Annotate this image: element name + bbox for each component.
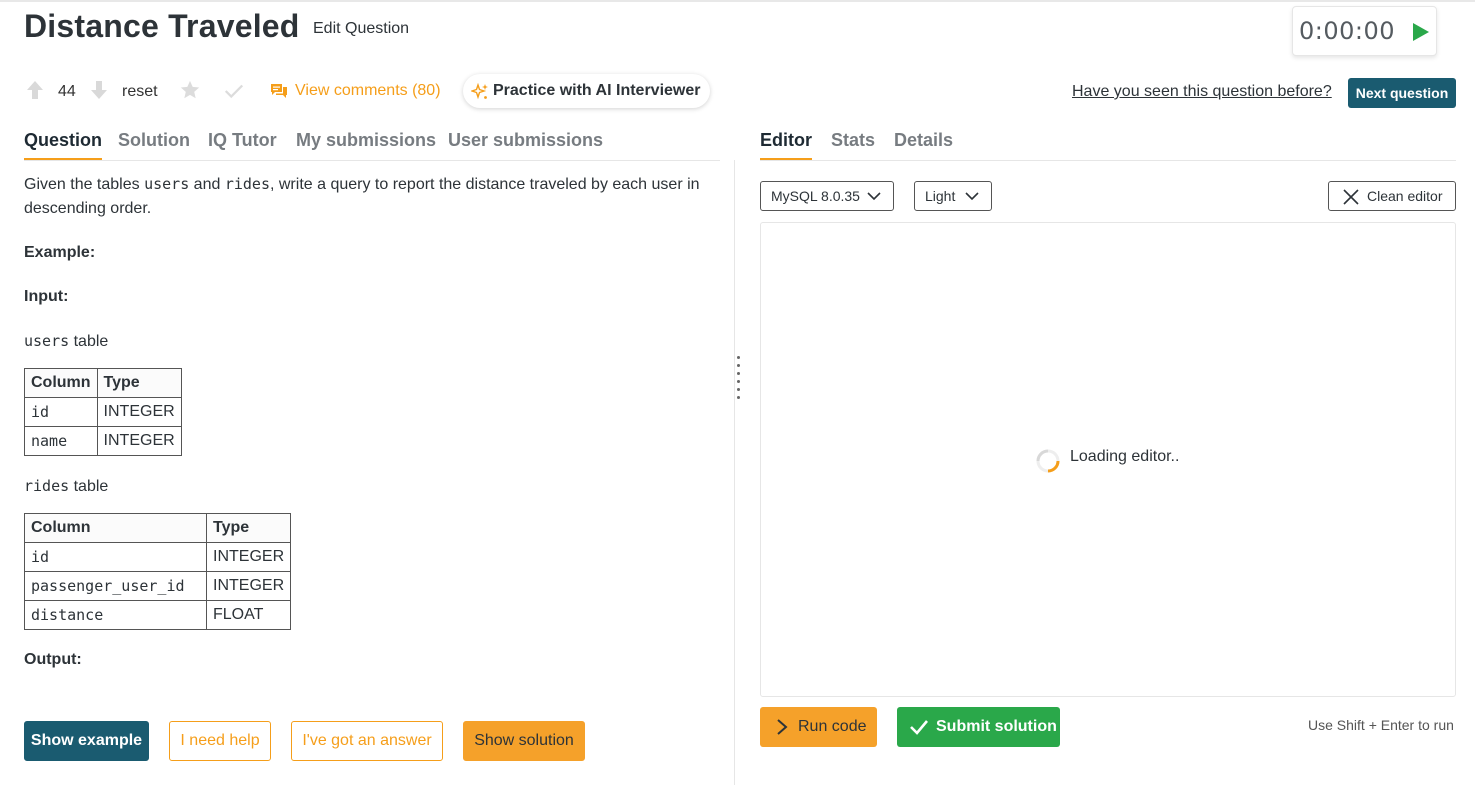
users-schema-table: Column Type id INTEGER name INTEGER: [24, 368, 182, 456]
show-example-button[interactable]: Show example: [24, 721, 149, 761]
submit-solution-button[interactable]: Submit solution: [897, 707, 1060, 747]
rides-caption-suffix: table: [69, 478, 109, 495]
table-cell: FLOAT: [205, 600, 292, 630]
resize-handle[interactable]: [737, 356, 741, 402]
run-shortcut-hint: Use Shift + Enter to run: [1308, 717, 1454, 733]
comments-label: View comments (80): [295, 82, 441, 99]
code-editor[interactable]: Loading editor..: [760, 222, 1456, 697]
table-cell: INTEGER: [205, 542, 292, 572]
table-cell: distance: [24, 600, 207, 630]
seen-before-link[interactable]: Have you seen this question before?: [1072, 83, 1332, 101]
type-header: Type: [205, 513, 292, 543]
tab-iq-tutor[interactable]: IQ Tutor: [208, 130, 277, 151]
rides-table-name: rides: [224, 175, 270, 193]
input-heading: Input:: [24, 288, 69, 305]
chevron-right-icon: [777, 719, 788, 735]
check-icon: [910, 720, 928, 735]
output-heading: Output:: [24, 651, 82, 668]
ai-interviewer-label: Practice with AI Interviewer: [493, 82, 701, 99]
comments-icon: [271, 84, 287, 98]
table-cell: INTEGER: [205, 571, 292, 601]
description-text-1: Given the tables: [24, 176, 145, 193]
language-value: MySQL 8.0.35: [771, 188, 860, 204]
rides-table-caption: rides table: [24, 474, 720, 499]
question-content: Given the tables users and rides, write …: [24, 172, 720, 682]
table-row: passenger_user_id INTEGER: [24, 571, 292, 601]
edit-question-link[interactable]: Edit Question: [313, 20, 409, 38]
column-header: Column: [24, 368, 98, 398]
column-header: Column: [24, 513, 207, 543]
table-header-row: Column Type: [24, 513, 292, 543]
need-help-button[interactable]: I need help: [169, 721, 271, 761]
top-border: [0, 0, 1475, 2]
timer-widget: 0:00:00: [1292, 6, 1437, 56]
table-cell: INTEGER: [96, 426, 182, 456]
clean-editor-button[interactable]: Clean editor: [1328, 181, 1456, 211]
tab-editor[interactable]: Editor: [760, 130, 812, 160]
table-cell: id: [24, 542, 207, 572]
users-caption-suffix: table: [69, 333, 109, 350]
upvote-arrow-icon[interactable]: [26, 80, 44, 100]
checkmark-icon[interactable]: [223, 80, 245, 102]
language-select[interactable]: MySQL 8.0.35: [760, 181, 894, 211]
show-solution-button[interactable]: Show solution: [463, 721, 585, 761]
vote-count: 44: [58, 83, 76, 100]
table-row: id INTEGER: [24, 542, 292, 572]
users-table-caption: users table: [24, 329, 720, 354]
submit-solution-label: Submit solution: [936, 718, 1057, 735]
question-actions-bar: 44 reset View comments (80) Practice wit…: [24, 74, 1464, 108]
users-table-name: users: [144, 175, 190, 193]
table-row: distance FLOAT: [24, 600, 292, 630]
left-tabs-divider: [24, 160, 720, 161]
users-caption-name: users: [24, 332, 70, 350]
table-header-row: Column Type: [24, 368, 182, 398]
star-icon[interactable]: [179, 79, 201, 101]
next-question-button[interactable]: Next question: [1348, 78, 1456, 108]
play-icon[interactable]: [1409, 21, 1431, 43]
pane-divider: [734, 160, 735, 785]
tab-question[interactable]: Question: [24, 130, 103, 160]
chevron-down-icon: [867, 192, 881, 201]
sparkle-icon: [471, 83, 488, 100]
right-tabs-divider: [760, 160, 1456, 161]
theme-select[interactable]: Light: [914, 181, 992, 211]
run-code-label: Run code: [798, 718, 867, 735]
table-cell: name: [24, 426, 98, 456]
timer-display: 0:00:00: [1299, 17, 1396, 45]
tab-user-submissions[interactable]: User submissions: [448, 130, 603, 151]
tab-details[interactable]: Details: [894, 130, 953, 151]
table-row: id INTEGER: [24, 397, 182, 427]
clean-editor-label: Clean editor: [1367, 188, 1443, 204]
tab-solution[interactable]: Solution: [118, 130, 190, 151]
tab-my-submissions[interactable]: My submissions: [296, 130, 436, 151]
close-icon: [1343, 189, 1359, 205]
example-heading: Example:: [24, 244, 96, 261]
editor-loading: Loading editor..: [1035, 448, 1180, 473]
run-code-button[interactable]: Run code: [760, 707, 877, 747]
table-cell: passenger_user_id: [24, 571, 207, 601]
type-header: Type: [96, 368, 182, 398]
view-comments-link[interactable]: View comments (80): [270, 82, 441, 100]
rides-schema-table: Column Type id INTEGER passenger_user_id…: [24, 513, 292, 630]
page-title: Distance Traveled: [24, 8, 300, 44]
theme-value: Light: [925, 188, 956, 204]
description-text-2: and: [189, 176, 225, 193]
tab-stats[interactable]: Stats: [831, 130, 875, 151]
reset-votes-link[interactable]: reset: [122, 83, 158, 101]
table-cell: id: [24, 397, 98, 427]
table-row: name INTEGER: [24, 426, 182, 456]
question-description: Given the tables users and rides, write …: [24, 172, 720, 221]
rides-caption-name: rides: [24, 477, 70, 495]
chevron-down-icon: [965, 192, 979, 201]
loading-text: Loading editor..: [1070, 448, 1180, 465]
table-cell: INTEGER: [96, 397, 182, 427]
loading-spinner-icon: [1036, 449, 1060, 473]
ai-interviewer-button[interactable]: Practice with AI Interviewer: [463, 74, 711, 108]
got-answer-button[interactable]: I've got an answer: [291, 721, 443, 761]
downvote-arrow-icon[interactable]: [90, 80, 108, 100]
